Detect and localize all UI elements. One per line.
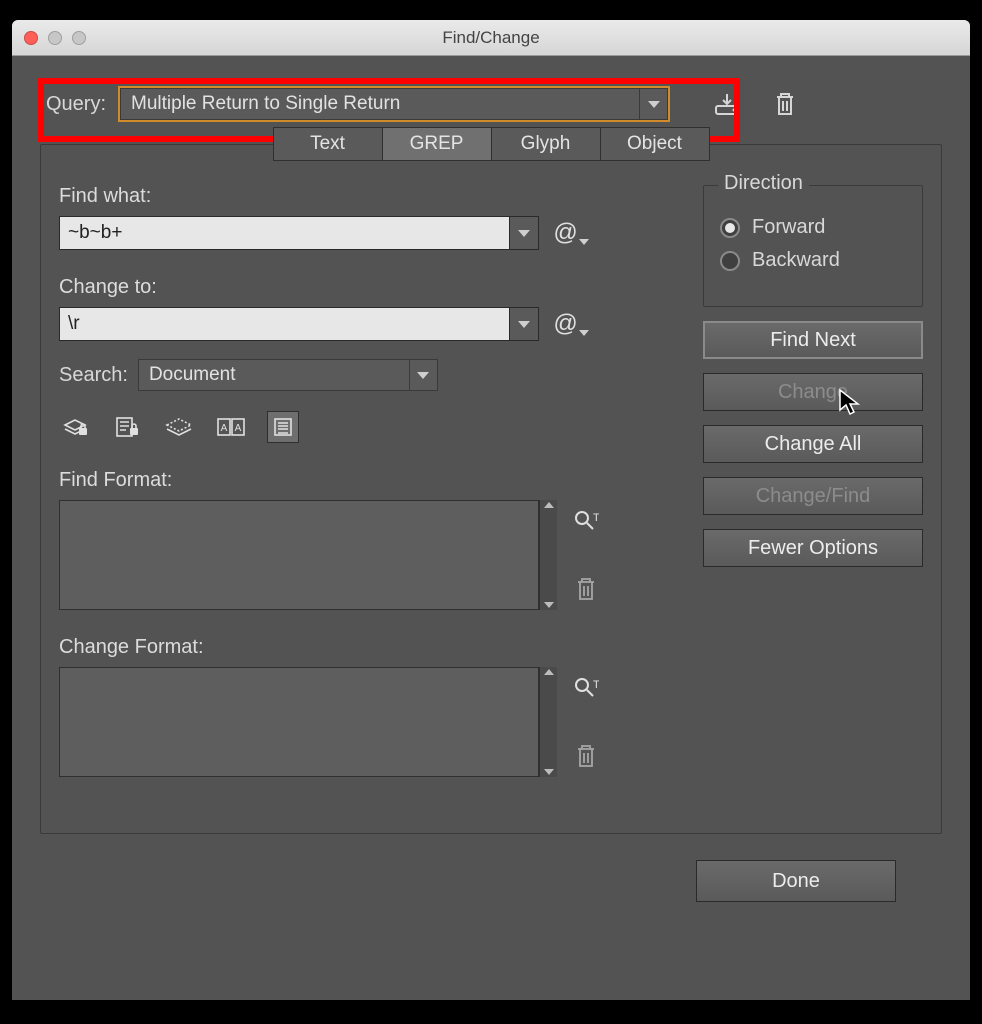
svg-text:T: T <box>593 512 599 524</box>
find-format-label: Find Format: <box>59 469 673 492</box>
direction-backward-radio[interactable]: Backward <box>720 249 906 272</box>
direction-backward-label: Backward <box>752 249 840 272</box>
tab-panel: Text GREP Glyph Object Find what: @ <box>40 144 942 834</box>
svg-text:A: A <box>235 423 242 434</box>
clear-find-format-button[interactable] <box>571 574 601 604</box>
hidden-layers-icon[interactable] <box>163 411 195 443</box>
change-format-label: Change Format: <box>59 636 673 659</box>
find-what-combo <box>59 216 539 250</box>
query-dropdown[interactable]: Multiple Return to Single Return <box>120 88 668 120</box>
find-format-box[interactable] <box>59 500 539 610</box>
change-format-scrollbar[interactable] <box>539 667 557 777</box>
svg-text:T: T <box>593 679 599 691</box>
direction-forward-radio[interactable]: Forward <box>720 216 906 239</box>
query-row: Query: Multiple Return to Single Return <box>40 72 942 134</box>
change-to-history-dropdown[interactable] <box>509 307 539 341</box>
change-find-button[interactable]: Change/Find <box>703 477 923 515</box>
window-title: Find/Change <box>12 28 970 48</box>
specify-find-format-button[interactable]: T <box>571 506 601 536</box>
tab-object[interactable]: Object <box>600 127 710 161</box>
direction-fieldset: Direction Forward Backward <box>703 185 923 307</box>
locked-stories-icon[interactable] <box>111 411 143 443</box>
change-to-input[interactable] <box>59 307 509 341</box>
find-what-label: Find what: <box>59 185 673 208</box>
change-button[interactable]: Change <box>703 373 923 411</box>
find-change-dialog: Find/Change Query: Multiple Return to Si… <box>12 20 970 1000</box>
tab-grep[interactable]: GREP <box>382 127 492 161</box>
fewer-options-button[interactable]: Fewer Options <box>703 529 923 567</box>
tab-glyph[interactable]: Glyph <box>491 127 601 161</box>
done-button[interactable]: Done <box>696 860 896 902</box>
change-to-combo <box>59 307 539 341</box>
delete-query-button[interactable] <box>770 89 800 119</box>
save-query-button[interactable] <box>712 89 742 119</box>
find-what-input[interactable] <box>59 216 509 250</box>
radio-icon <box>720 218 740 238</box>
find-special-chars-button[interactable]: @ <box>553 219 589 247</box>
search-scope-value: Document <box>139 364 409 386</box>
specify-change-format-button[interactable]: T <box>571 673 601 703</box>
query-selected-value: Multiple Return to Single Return <box>121 93 639 115</box>
direction-legend: Direction <box>718 172 809 195</box>
radio-icon <box>720 251 740 271</box>
locked-layers-icon[interactable] <box>59 411 91 443</box>
find-what-history-dropdown[interactable] <box>509 216 539 250</box>
search-option-icons: AA <box>59 411 673 443</box>
chevron-down-icon <box>639 89 667 119</box>
clear-change-format-button[interactable] <box>571 741 601 771</box>
svg-text:A: A <box>221 423 228 434</box>
master-pages-icon[interactable]: AA <box>215 411 247 443</box>
titlebar: Find/Change <box>12 20 970 56</box>
change-format-box[interactable] <box>59 667 539 777</box>
change-all-button[interactable]: Change All <box>703 425 923 463</box>
change-special-chars-button[interactable]: @ <box>553 310 589 338</box>
find-next-button[interactable]: Find Next <box>703 321 923 359</box>
chevron-down-icon <box>409 360 437 390</box>
tab-text[interactable]: Text <box>273 127 383 161</box>
search-scope-dropdown[interactable]: Document <box>138 359 438 391</box>
find-format-scrollbar[interactable] <box>539 500 557 610</box>
query-label: Query: <box>46 93 106 116</box>
search-label: Search: <box>59 364 128 387</box>
footnotes-icon[interactable] <box>267 411 299 443</box>
change-to-label: Change to: <box>59 276 673 299</box>
tab-strip: Text GREP Glyph Object <box>59 127 923 161</box>
direction-forward-label: Forward <box>752 216 825 239</box>
